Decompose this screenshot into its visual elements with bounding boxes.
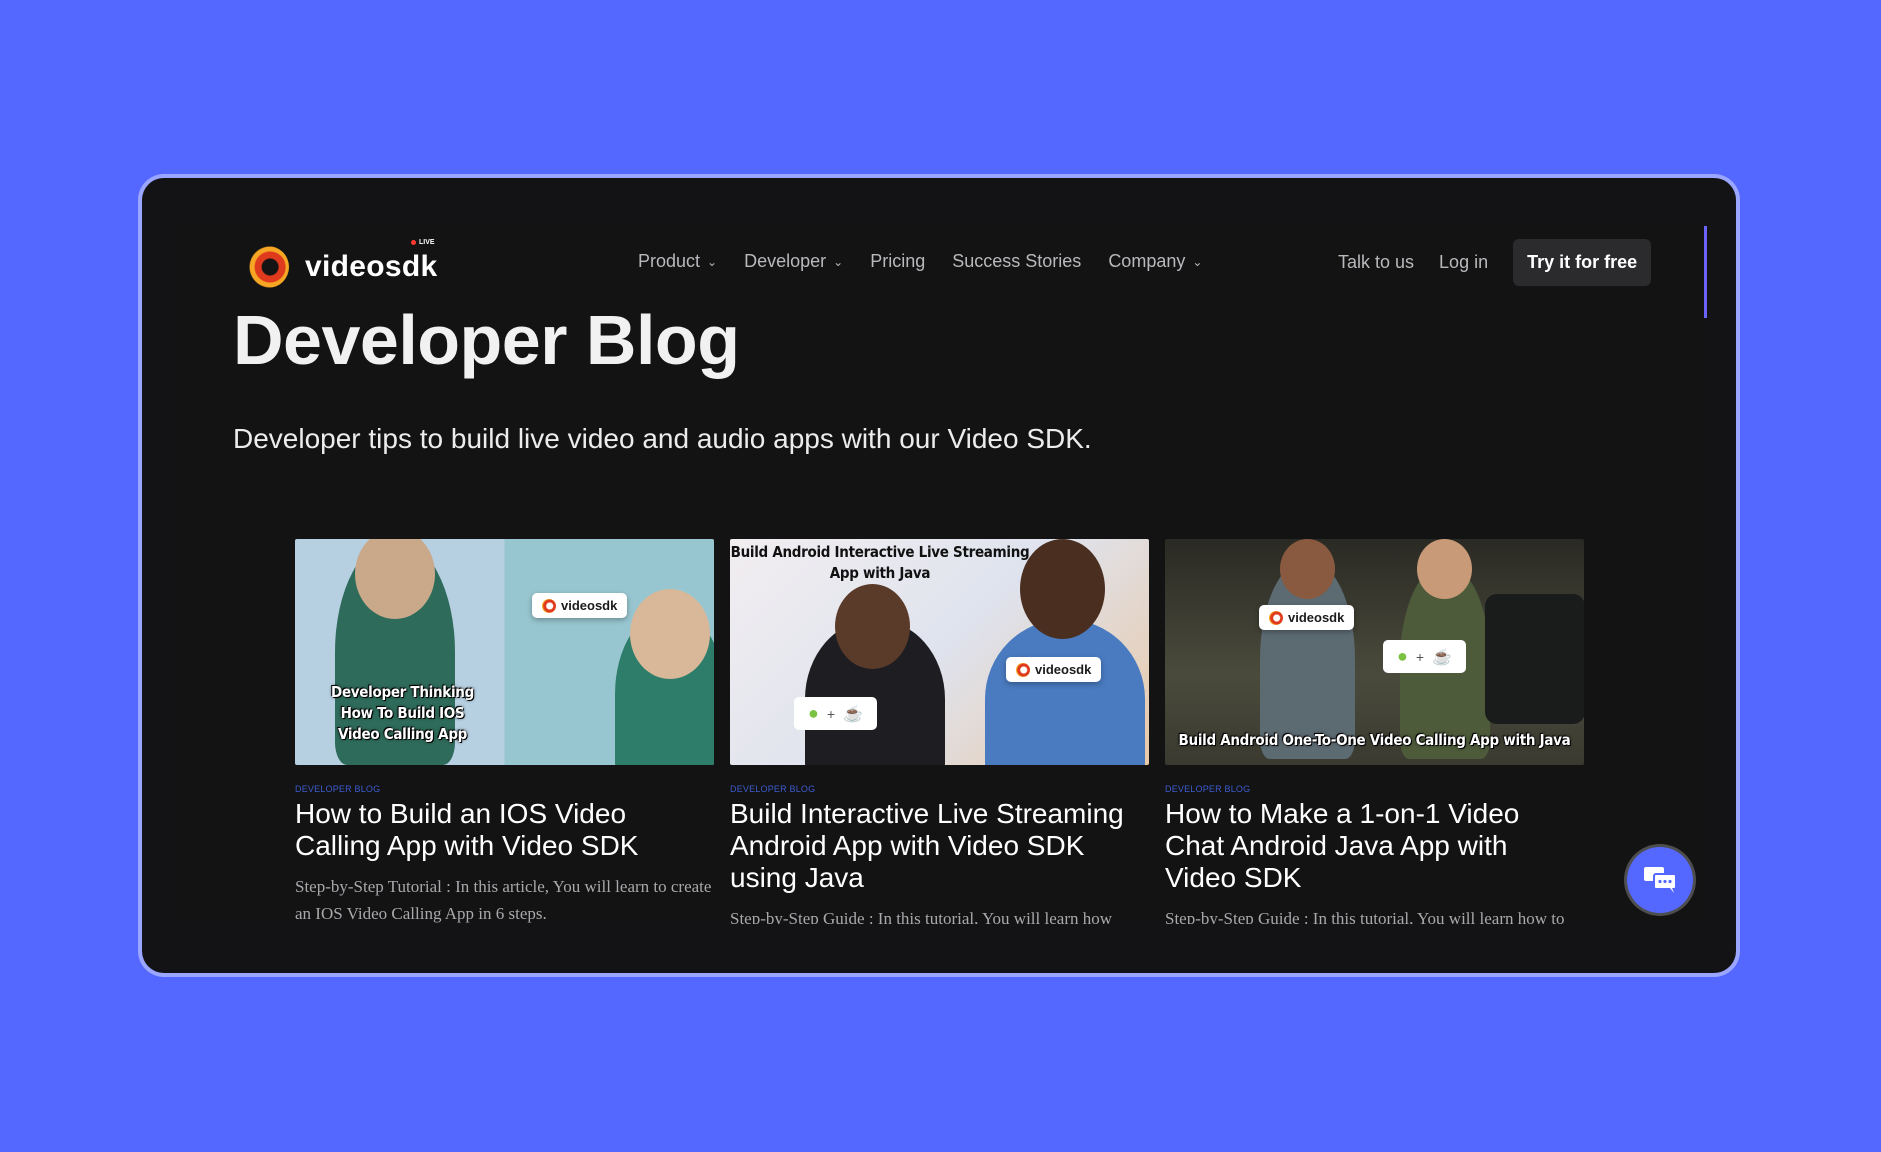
videosdk-logo-icon: [247, 246, 289, 288]
videosdk-chip: videosdk: [1259, 605, 1355, 630]
java-icon: ☕: [843, 705, 863, 723]
brand-logo[interactable]: videosdk: [247, 246, 437, 288]
nav-success-stories-label: Success Stories: [952, 251, 1082, 271]
nav-developer-label: Developer: [744, 251, 827, 271]
vehicle-shape: [1485, 594, 1584, 724]
card-category[interactable]: DEVELOPER BLOG: [730, 784, 1149, 794]
card-thumbnail[interactable]: Build Android Interactive Live Streaming…: [730, 539, 1149, 765]
plus-label: +: [826, 705, 836, 722]
person-figure: [985, 619, 1145, 765]
brand-name: videosdk: [305, 250, 438, 283]
thumbnail-caption: Build Android One-To-One Video Calling A…: [1178, 731, 1571, 749]
person-head: [1020, 539, 1105, 639]
browser-viewport: videosdk LIVE Product ⌄ Developer ⌄ Pric…: [173, 226, 1707, 924]
person-head: [835, 584, 910, 669]
videosdk-chip: videosdk: [532, 593, 628, 618]
card-description: Step-by-Step Tutorial : In this article,…: [295, 877, 712, 923]
nav-actions: Talk to us Log in Try it for free: [1338, 239, 1652, 286]
person-head: [1417, 539, 1472, 599]
chat-button[interactable]: [1627, 847, 1693, 913]
blog-card[interactable]: videosdk ● + ☕ Build Android One-To-One …: [1165, 539, 1584, 924]
nav-product[interactable]: Product ⌄: [638, 251, 717, 272]
android-icon: ●: [1397, 646, 1408, 666]
chip-label: videosdk: [1288, 610, 1345, 625]
nav-developer[interactable]: Developer ⌄: [744, 251, 843, 272]
chip-label: videosdk: [1035, 662, 1092, 677]
live-badge: LIVE: [411, 239, 435, 246]
card-description: Step-by-Step Guide : In this tutorial, Y…: [730, 909, 1113, 924]
login-link[interactable]: Log in: [1439, 252, 1488, 273]
thumbnail-caption: Developer Thinking How To Build IOS Vide…: [331, 683, 474, 743]
videosdk-logo-icon: [542, 598, 556, 613]
android-icon: ●: [808, 703, 819, 723]
card-category[interactable]: DEVELOPER BLOG: [295, 784, 714, 794]
chat-bubbles-icon: [1644, 867, 1677, 893]
person-head: [1280, 539, 1335, 599]
scrollbar[interactable]: [1704, 226, 1707, 318]
page-subtitle: Developer tips to build live video and a…: [233, 423, 1092, 454]
card-title[interactable]: How to Make a 1-on-1 Video Chat Android …: [1165, 798, 1584, 894]
android-java-chip: ● + ☕: [794, 697, 877, 730]
videosdk-logo-icon: [1269, 610, 1283, 625]
videosdk-logo-icon: [1016, 662, 1030, 677]
page-title: Developer Blog: [233, 301, 740, 379]
videosdk-chip: videosdk: [1006, 657, 1102, 682]
chip-label: videosdk: [561, 598, 618, 613]
nav-pricing-label: Pricing: [870, 251, 926, 271]
card-thumbnail[interactable]: videosdk ● + ☕ Build Android One-To-One …: [1165, 539, 1584, 765]
android-java-chip: ● + ☕: [1383, 640, 1466, 673]
card-title[interactable]: Build Interactive Live Streaming Android…: [730, 798, 1149, 894]
card-thumbnail[interactable]: videosdk Developer Thinking How To Build…: [295, 539, 714, 765]
nav-pricing[interactable]: Pricing: [870, 251, 925, 272]
nav-success-stories[interactable]: Success Stories: [952, 251, 1081, 272]
main-nav: Product ⌄ Developer ⌄ Pricing Success St…: [638, 251, 1202, 272]
card-title[interactable]: How to Build an IOS Video Calling App wi…: [295, 798, 714, 862]
try-free-button[interactable]: Try it for free: [1513, 239, 1652, 286]
blog-card[interactable]: videosdk Developer Thinking How To Build…: [295, 539, 714, 924]
plus-label: +: [1415, 648, 1425, 665]
blog-card[interactable]: Build Android Interactive Live Streaming…: [730, 539, 1149, 924]
java-icon: ☕: [1432, 648, 1452, 666]
card-description: Step-by-Step Guide : In this tutorial, Y…: [1165, 909, 1565, 924]
thumbnail-caption: Build Android Interactive Live Streaming…: [730, 543, 1030, 582]
chevron-down-icon: ⌄: [707, 254, 718, 269]
card-category[interactable]: DEVELOPER BLOG: [1165, 784, 1584, 794]
nav-company-label: Company: [1108, 251, 1186, 271]
person-head: [630, 589, 710, 679]
blog-card-list: videosdk Developer Thinking How To Build…: [295, 539, 1584, 924]
nav-product-label: Product: [638, 251, 701, 271]
talk-to-us-link[interactable]: Talk to us: [1338, 252, 1414, 273]
nav-company[interactable]: Company ⌄: [1108, 251, 1202, 272]
chevron-down-icon: ⌄: [833, 254, 844, 269]
chevron-down-icon: ⌄: [1192, 254, 1203, 269]
